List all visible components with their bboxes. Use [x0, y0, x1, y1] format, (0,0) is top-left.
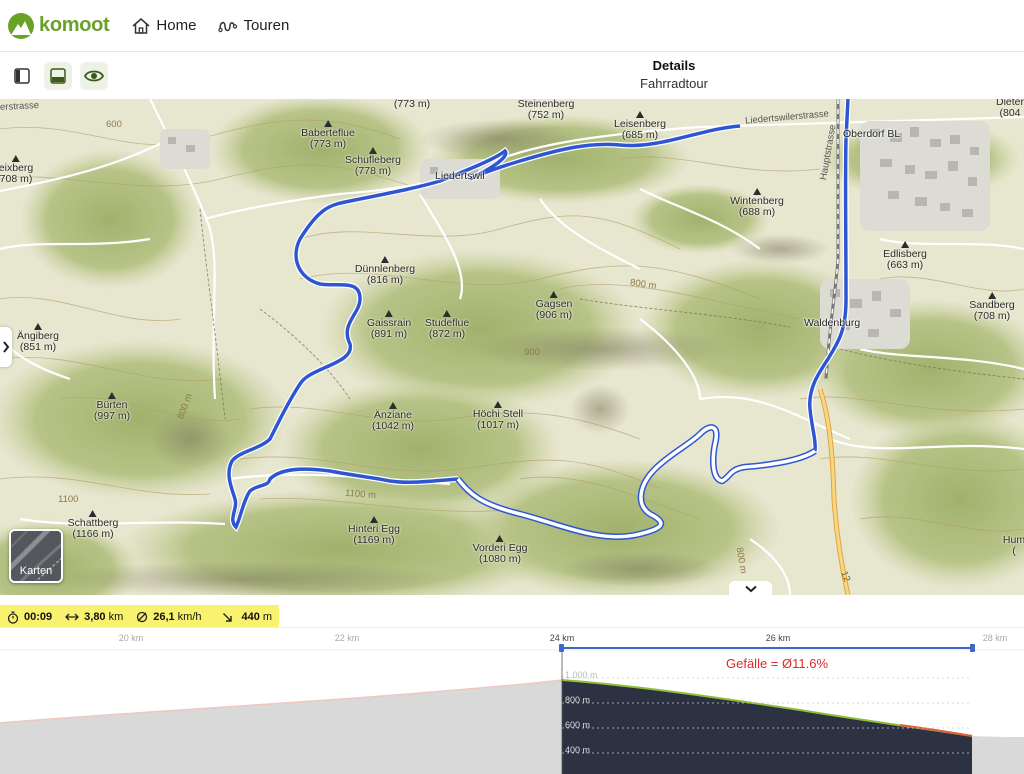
peak-dunnlenberg: Dünnlenberg (816 m)	[355, 256, 415, 286]
peak-dieter: Dieter (804	[995, 99, 1024, 119]
peak-steinenberg: Steinenberg (752 m)	[517, 99, 575, 121]
peak-baberteflue: Baberteflue (773 m)	[301, 120, 355, 150]
peak-anziane: Änziane (1042 m)	[372, 402, 414, 432]
page-title: Details	[652, 58, 696, 73]
speed-unit: km/h	[177, 611, 202, 623]
elevation-profile[interactable]: 20 km 22 km 24 km 26 km 28 km 1.000 m 80…	[0, 627, 1024, 774]
distance-icon	[65, 613, 80, 621]
distance-unit: km	[108, 611, 124, 623]
peak-schufleberg: Schufleberg (778 m)	[345, 147, 401, 177]
chevron-down-icon	[744, 585, 757, 593]
peak-angiberg: Ängiberg (851 m)	[17, 323, 59, 353]
view-toolbar: Details Fahrradtour	[0, 52, 1024, 99]
nav-tours[interactable]: Touren	[218, 17, 289, 35]
peak-gagsen: Gagsen (906 m)	[536, 291, 572, 321]
elev-tick-600: 600 m	[565, 720, 591, 730]
eye-icon	[84, 70, 104, 81]
elev-tick-1000: 1.000 m	[565, 670, 598, 680]
elev-tick-800: 800 m	[565, 695, 591, 705]
elev-tick-400: 400 m	[565, 745, 591, 755]
elevation-chart[interactable]	[0, 628, 1024, 774]
km-tick-28: 28 km	[982, 633, 1008, 643]
collapse-profile-handle[interactable]	[729, 581, 772, 595]
bottom-panel-toggle-button[interactable]	[44, 61, 72, 90]
stat-duration: 00:09	[7, 611, 52, 624]
stopwatch-icon	[7, 611, 19, 624]
stat-distance: 3,80 km	[65, 611, 123, 623]
top-navigation: komoot Home Touren	[0, 0, 1024, 52]
nav-home-label: Home	[156, 17, 197, 34]
peak-hum: Hum(	[1002, 534, 1024, 557]
expand-sidebar-handle[interactable]	[0, 327, 12, 367]
descent-value: 440	[241, 611, 260, 623]
place-waldenburg: Waldenburg	[804, 317, 861, 329]
logo-text: komoot	[39, 14, 110, 36]
contour-label-600: 600	[106, 119, 122, 130]
contour-label-900: 900	[524, 347, 540, 358]
peak-sandberg: Sandberg (708 m)	[969, 292, 1015, 322]
chevron-right-icon	[3, 341, 10, 353]
average-speed-icon	[137, 611, 148, 623]
stat-descent: 440 m	[222, 611, 273, 623]
peak-hochi-stell: Höchi Stell (1017 m)	[473, 401, 523, 431]
place-liedertswil: Liedertswil	[435, 170, 485, 182]
gradient-annotation: Gefälle = Ø11.6%	[726, 656, 829, 671]
sidebar-toggle-button[interactable]	[8, 62, 36, 90]
map-view[interactable]: Baberteflue (773 m) Schufleberg (778 m) St…	[0, 99, 1024, 595]
peak-edlisberg: Edlisberg (663 m)	[883, 241, 927, 271]
stat-speed: 26,1 km/h	[136, 611, 202, 623]
peak-schattberg: Schattberg (1166 m)	[68, 510, 118, 540]
descent-unit: m	[262, 611, 273, 623]
street-label-left: erstrasse	[0, 99, 40, 114]
tour-stats-bar: 00:09 3,80 km 26,1 km/h 440 m	[0, 605, 279, 629]
map-layers-button[interactable]: Karten	[9, 529, 63, 583]
distance-value: 3,80	[84, 611, 106, 623]
peak-gaissrain: Gaissrain (891 m)	[367, 310, 411, 340]
app-root: komoot Home Touren Details Fahrradtour B…	[0, 0, 1024, 774]
peak-burten: Bürten (997 m)	[94, 392, 130, 422]
contour-label-1100a: 1100	[58, 494, 79, 505]
nav-home[interactable]: Home	[131, 17, 196, 35]
peak-hinteri-egg: Hinteri Egg (1169 m)	[348, 516, 400, 546]
tour-title-block: Details Fahrradtour	[560, 58, 788, 91]
map-canvas[interactable]	[0, 99, 1024, 595]
route-icon	[218, 21, 238, 32]
peak-cut-top: (773 m)	[393, 99, 431, 110]
km-tick-22: 22 km	[334, 633, 360, 643]
duration-value: 00:09	[24, 611, 53, 623]
peak-eixberg: eixberg 708 m)	[0, 155, 33, 185]
komoot-logo-icon	[8, 12, 34, 39]
nav-tours-label: Touren	[243, 17, 290, 34]
bottom-panel-icon	[50, 67, 66, 84]
peak-studeflue: Studeflue (872 m)	[425, 310, 469, 340]
peak-leisenberg: Leisenberg (685 m)	[614, 111, 666, 141]
peak-wintenberg: Wintenberg (688 m)	[730, 188, 784, 218]
sidebar-icon	[14, 67, 30, 84]
map-layers-label: Karten	[19, 565, 53, 577]
descent-arrow-icon	[222, 612, 232, 622]
tour-type: Fahrradtour	[640, 76, 708, 91]
peak-vorderi-egg: Vorderi Egg (1080 m)	[473, 535, 527, 565]
home-icon	[132, 17, 150, 34]
visibility-toggle-button[interactable]	[80, 61, 108, 90]
komoot-logo[interactable]: komoot	[8, 12, 110, 39]
speed-value: 26,1	[153, 611, 175, 623]
km-tick-26: 26 km	[765, 633, 791, 643]
place-oberdorf: Oberdorf BL	[843, 128, 901, 140]
km-tick-24: 24 km	[549, 633, 575, 643]
km-tick-20: 20 km	[118, 633, 144, 643]
